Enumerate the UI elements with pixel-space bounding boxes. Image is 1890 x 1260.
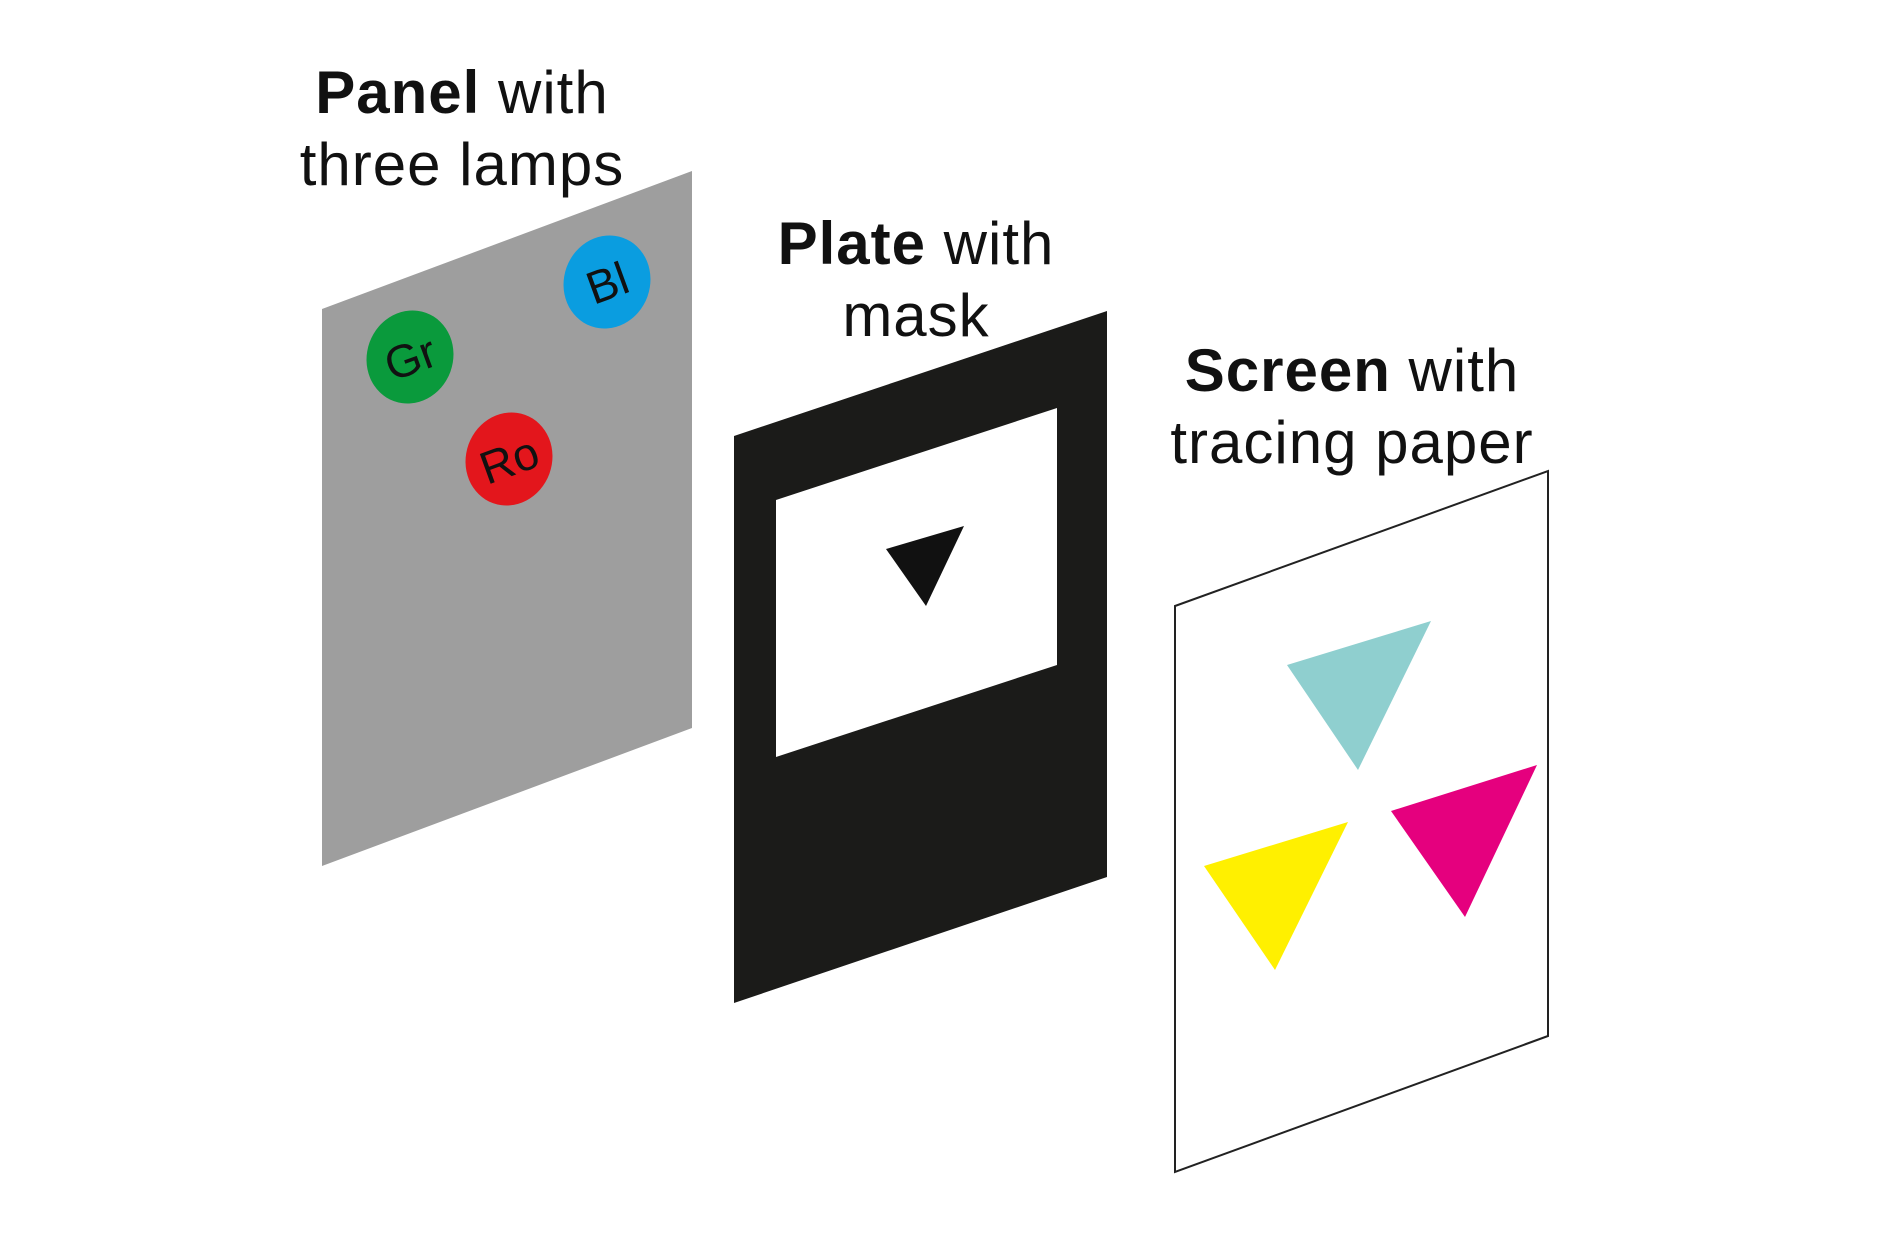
plate-title-bold: Plate <box>778 210 926 277</box>
screen-title-bold: Screen <box>1185 337 1391 404</box>
plate-group: Plate with mask <box>734 210 1107 1003</box>
plate-title-rest: with <box>926 210 1054 277</box>
panel-group: Panel with three lamps Gr Bl Ro <box>300 59 692 866</box>
panel-title: Panel with <box>315 59 608 126</box>
plate-title: Plate with <box>778 210 1055 277</box>
panel-title-bold: Panel <box>315 59 480 126</box>
panel-title-line2: three lamps <box>300 131 624 198</box>
layered-diagram: Panel with three lamps Gr Bl Ro Plate wi… <box>300 59 1549 1174</box>
plate-title-line2: mask <box>842 282 989 349</box>
panel-title-rest: with <box>480 59 608 126</box>
screen-title-line2: tracing paper <box>1170 409 1533 476</box>
screen-group: Screen with tracing paper <box>1170 337 1549 1174</box>
screen-title-rest: with <box>1391 337 1519 404</box>
screen-title: Screen with <box>1185 337 1520 404</box>
